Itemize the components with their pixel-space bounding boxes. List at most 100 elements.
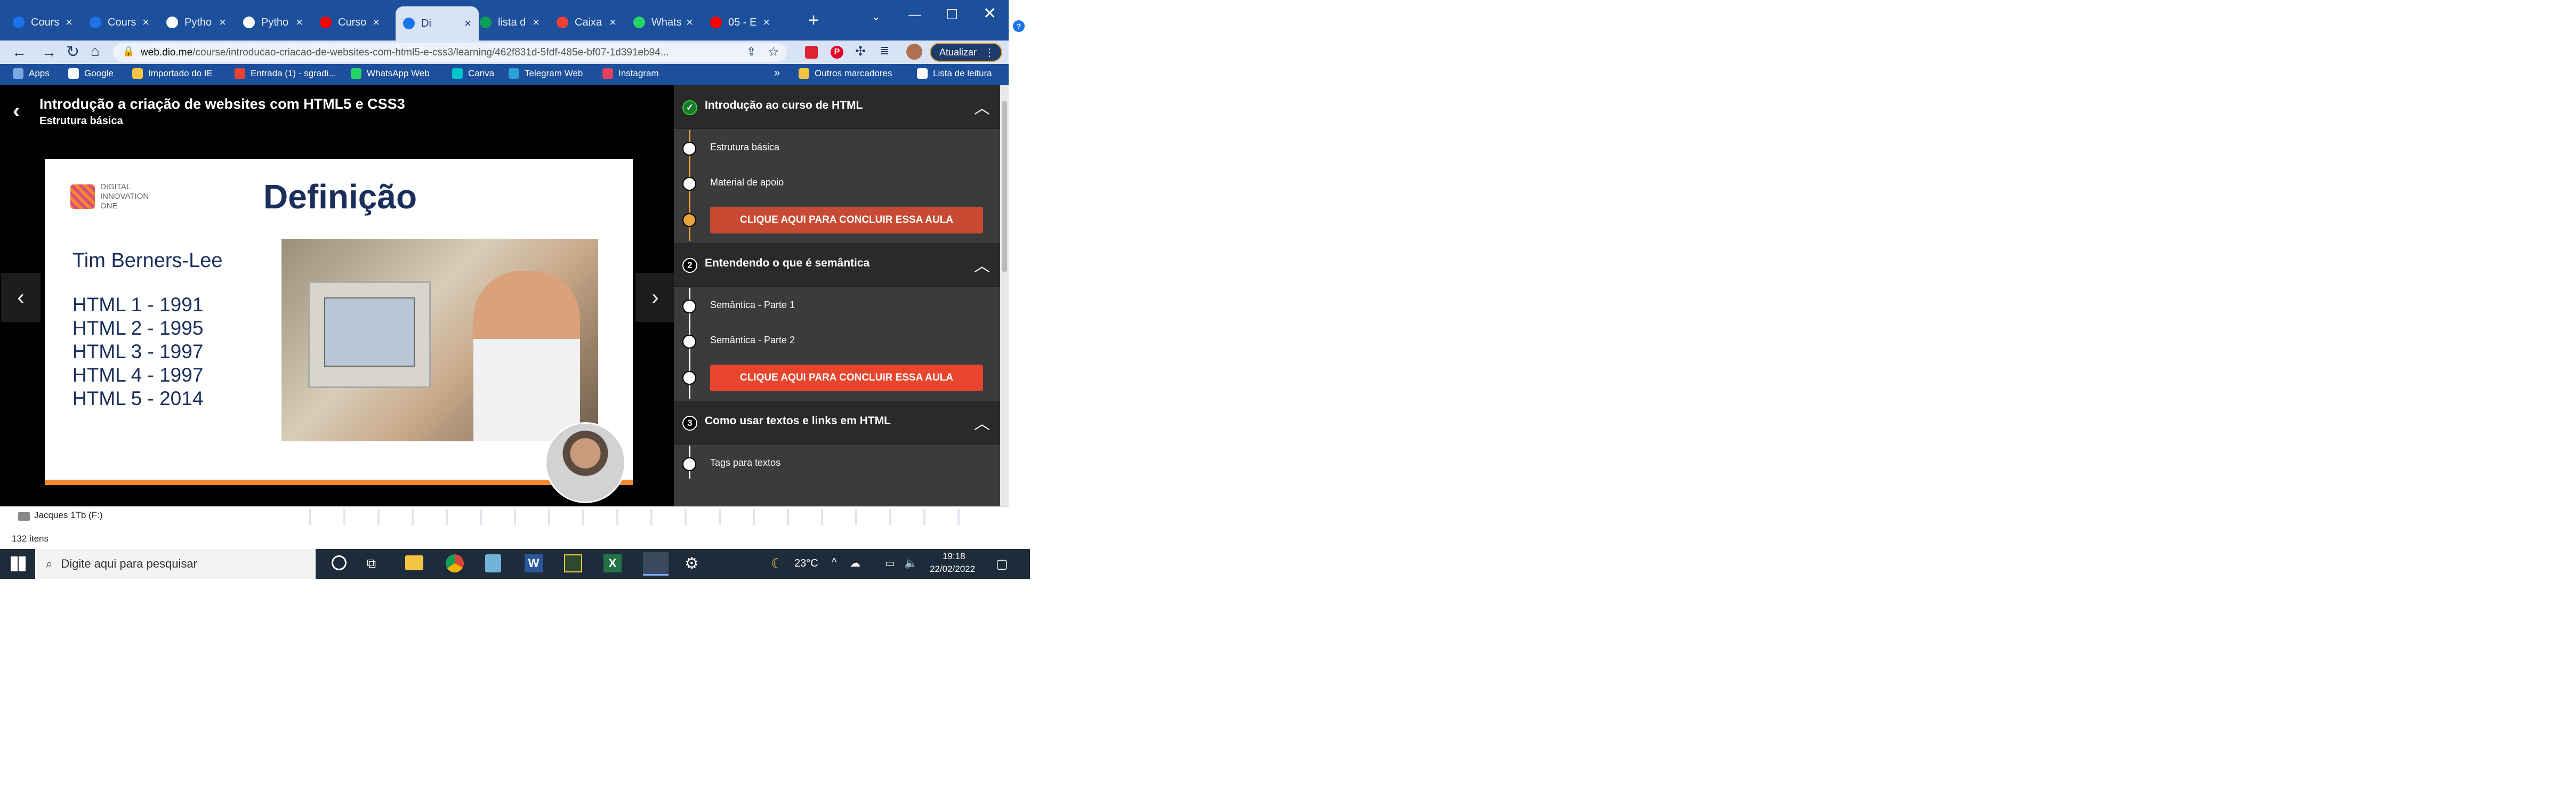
temperature[interactable]: 23°C	[794, 557, 818, 570]
reload-button[interactable]: ↻	[66, 43, 79, 61]
bookmark-item[interactable]: Entrada (1) - sgradi...	[235, 68, 336, 79]
close-tab-icon[interactable]: ×	[296, 15, 303, 29]
new-tab-button[interactable]: +	[803, 10, 824, 31]
windows-start-icon[interactable]	[11, 556, 26, 571]
close-tab-icon[interactable]: ×	[142, 15, 149, 29]
cortana-icon[interactable]	[332, 555, 347, 570]
lesson-item[interactable]: Semântica - Parte 1	[674, 288, 1000, 323]
bookmarks-overflow-button[interactable]: »	[774, 67, 780, 79]
other-bookmarks[interactable]: Outros marcadores	[799, 68, 892, 79]
complete-lesson-button[interactable]: CLIQUE AQUI PARA CONCLUIR ESSA AULA	[710, 207, 983, 233]
tab-search-icon[interactable]: ⌄	[871, 10, 881, 23]
extensions-icon[interactable]: ✣	[855, 44, 866, 59]
reading-list[interactable]: Lista de leitura	[917, 68, 992, 79]
clock-date[interactable]: 22/02/2022	[930, 564, 975, 575]
lesson-item[interactable]: Semântica - Parte 2	[674, 323, 1000, 358]
close-tab-icon[interactable]: ×	[66, 15, 73, 29]
sidebar-scrollbar[interactable]	[1000, 85, 1009, 506]
excel-taskbar-icon[interactable]: X	[603, 554, 622, 572]
close-tab-icon[interactable]: ×	[533, 15, 540, 29]
section-header[interactable]: ✓ Introdução ao curso de HTML ︿	[674, 85, 1000, 129]
chevron-up-icon[interactable]: ︿	[971, 410, 993, 433]
file-explorer-taskbar-icon[interactable]	[405, 555, 423, 570]
canva-icon	[452, 68, 463, 79]
browser-tab[interactable]: Whats ×	[626, 9, 701, 36]
maximize-button[interactable]: ☐	[946, 6, 958, 23]
close-tab-icon[interactable]: ×	[686, 15, 693, 29]
close-tab-icon[interactable]: ×	[219, 15, 226, 29]
media-control-icon[interactable]: ≣	[880, 44, 889, 58]
tray-chevron-icon[interactable]: ^	[832, 556, 836, 569]
settings-taskbar-icon[interactable]: ⚙	[685, 554, 699, 573]
bookmark-item[interactable]: Canva	[452, 68, 494, 79]
extension-badge-icon[interactable]	[805, 46, 818, 59]
home-button[interactable]: ⌂	[91, 43, 100, 60]
chrome-taskbar-icon[interactable]	[446, 554, 464, 572]
complete-lesson-button[interactable]: CLIQUE AQUI PARA CONCLUIR ESSA AULA	[710, 365, 983, 391]
notepad-taskbar-icon[interactable]	[485, 554, 501, 572]
close-tab-icon[interactable]: ×	[609, 15, 616, 29]
bookmark-item[interactable]: Google	[68, 68, 114, 79]
browser-tab[interactable]: Di ×	[396, 6, 479, 41]
browser-tab[interactable]: Caixa ×	[549, 9, 624, 36]
section-number: 2	[682, 258, 697, 273]
network-icon[interactable]: ▭	[885, 556, 895, 570]
lesson-item[interactable]: Estrutura básica	[674, 130, 1000, 165]
lesson-item[interactable]: Tags para textos	[674, 446, 1000, 481]
browser-tab[interactable]: Cours ×	[5, 9, 80, 36]
address-bar[interactable]: 🔒 web.dio.me/course/introducao-criacao-d…	[113, 43, 787, 62]
close-tab-icon[interactable]: ×	[464, 17, 471, 30]
tim-berners-lee-photo	[281, 239, 598, 441]
close-tab-icon[interactable]: ×	[373, 15, 380, 29]
section-header[interactable]: 3 Como usar textos e links em HTML ︿	[674, 401, 1000, 445]
bookmark-item[interactable]: WhatsApp Web	[351, 68, 430, 79]
drive-label[interactable]: Jacques 1Tb (F:)	[34, 510, 103, 521]
cloud-icon[interactable]: ☁	[850, 556, 860, 570]
sidebar-scrollbar-thumb[interactable]	[1002, 101, 1007, 272]
back-arrow-icon[interactable]: ‹	[13, 99, 20, 123]
help-icon[interactable]: ?	[1013, 20, 1025, 32]
browser-tab[interactable]: Pytho ×	[236, 9, 310, 36]
chrome-active-taskbar-icon[interactable]	[643, 552, 669, 576]
next-slide-button[interactable]: ›	[635, 273, 675, 322]
word-taskbar-icon[interactable]: W	[525, 554, 543, 572]
chevron-up-icon[interactable]: ︿	[971, 95, 993, 117]
update-label: Atualizar	[939, 46, 977, 58]
minimize-button[interactable]: —	[908, 7, 921, 22]
browser-tab[interactable]: lista d ×	[472, 9, 547, 36]
pinterest-icon[interactable]: P	[831, 46, 843, 59]
browser-tab[interactable]: Curso ×	[312, 9, 387, 36]
dio-logo: DIGITAL INNOVATION ONE	[70, 180, 156, 212]
magnifier-icon: ⌕	[46, 557, 53, 570]
bookmark-item[interactable]: Instagram	[602, 68, 659, 79]
task-view-icon[interactable]: ⧉	[367, 556, 376, 571]
prev-slide-button[interactable]: ‹	[1, 273, 41, 322]
update-button[interactable]: Atualizar ⋮	[930, 43, 1002, 62]
bookmark-item[interactable]: Telegram Web	[509, 68, 583, 79]
chevron-up-icon[interactable]: ︿	[971, 253, 993, 275]
close-tab-icon[interactable]: ×	[763, 15, 770, 29]
lesson-item[interactable]: Material de apoio	[674, 165, 1000, 200]
taskbar-search-box[interactable]: ⌕ Digite aqui para pesquisar	[35, 549, 316, 579]
browser-tab[interactable]: 05 - E ×	[703, 9, 777, 36]
clock-time[interactable]: 19:18	[943, 551, 965, 562]
file-explorer-strip: Jacques 1Tb (F:) 132 itens	[0, 506, 1009, 549]
bookmark-item[interactable]: Apps	[13, 68, 50, 79]
profile-avatar[interactable]	[906, 44, 922, 60]
google-icon	[68, 68, 79, 79]
bookmark-item[interactable]: Importado do IE	[132, 68, 213, 79]
slide-heading: Definição	[263, 177, 417, 216]
browser-tab[interactable]: Pytho ×	[159, 9, 234, 36]
s-icon	[243, 17, 255, 28]
back-button[interactable]: ←	[12, 44, 27, 61]
terminal-taskbar-icon[interactable]	[564, 554, 582, 572]
course-title: Introdução a criação de websites com HTM…	[39, 96, 405, 112]
forward-button[interactable]: →	[42, 44, 57, 61]
volume-icon[interactable]: 🔈	[904, 556, 917, 570]
share-icon[interactable]: ⇪	[746, 45, 756, 59]
section-header[interactable]: 2 Entendendo o que é semântica ︿	[674, 243, 1000, 287]
browser-tab[interactable]: Cours ×	[82, 9, 157, 36]
notifications-icon[interactable]: ▢	[996, 556, 1008, 572]
bookmark-star-icon[interactable]: ☆	[768, 44, 779, 60]
close-window-button[interactable]: ✕	[983, 4, 996, 23]
